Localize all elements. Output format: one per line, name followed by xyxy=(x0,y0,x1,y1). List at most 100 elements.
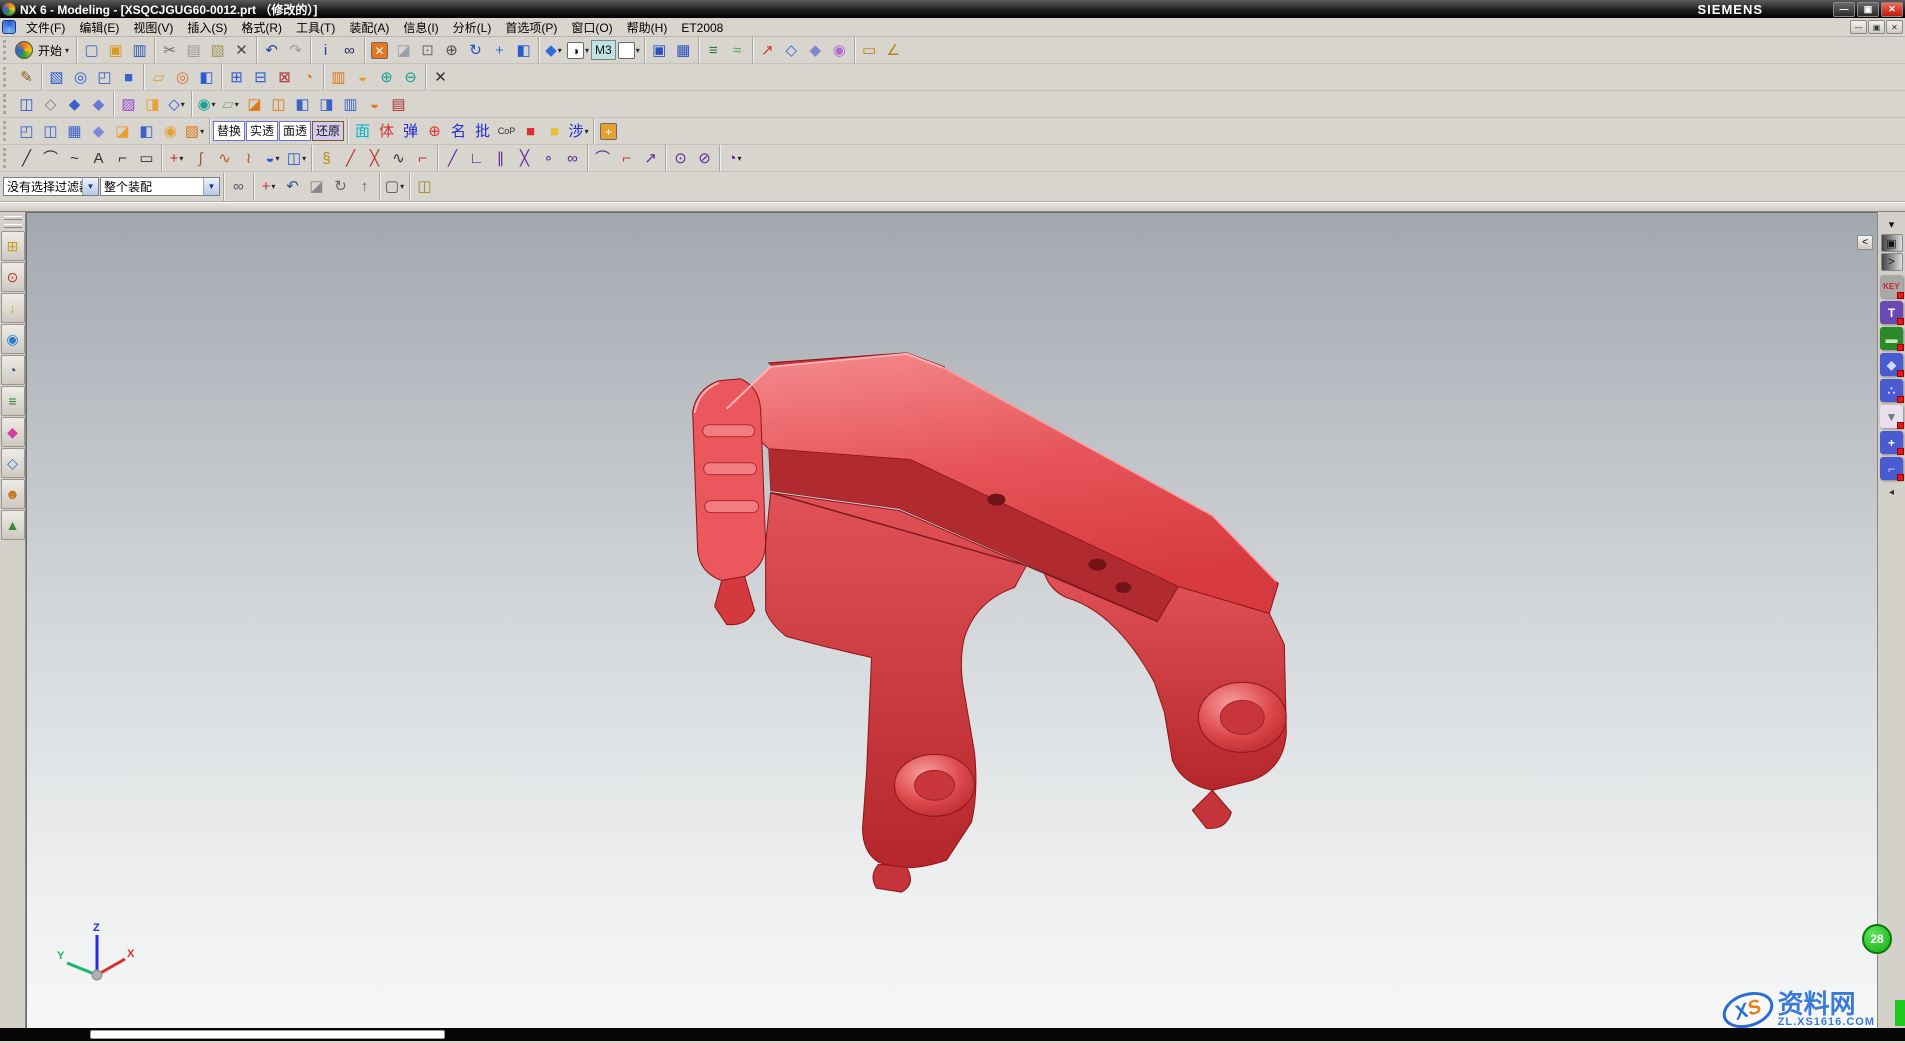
effects-wand-tab[interactable]: ◇ xyxy=(1,448,25,478)
menu-item-0[interactable]: 文件(F) xyxy=(19,20,72,36)
palette-collapse-icon[interactable]: ◂ xyxy=(1889,487,1894,498)
menu-item-3[interactable]: 插入(S) xyxy=(180,20,234,36)
render-style-icon[interactable]: ◑▾ xyxy=(566,38,590,62)
measure-angle-icon[interactable]: ∠ xyxy=(882,38,905,62)
sketch-line-icon[interactable]: ╱ xyxy=(441,146,464,170)
view-layout-icon[interactable]: ◫ xyxy=(15,92,38,116)
paint-select-icon[interactable]: ◪ xyxy=(305,175,328,199)
menu-item-1[interactable]: 编辑(E) xyxy=(72,20,126,36)
datum-axis-icon[interactable]: ↗ xyxy=(756,38,779,62)
save-icon[interactable]: ▥ xyxy=(128,38,151,62)
constraint-navigator-tab[interactable]: ⊙ xyxy=(1,262,25,292)
hole-icon[interactable]: ⊕ xyxy=(375,65,398,89)
restore-display-button[interactable]: 还原 xyxy=(312,121,344,141)
window-cascade-icon[interactable]: ▣ xyxy=(648,38,671,62)
unite-icon[interactable]: ⊞ xyxy=(225,65,248,89)
template-elbow[interactable]: ⌐ xyxy=(1880,457,1903,480)
graphics-window[interactable]: < xyxy=(26,212,1877,1028)
measure-distance-icon[interactable]: ▭ xyxy=(858,38,881,62)
m3-button[interactable]: M3 xyxy=(591,40,616,60)
solid-translucent-button[interactable]: 实透 xyxy=(246,121,278,141)
join-curve-icon[interactable]: ≀ xyxy=(237,146,260,170)
visual-wand-tab[interactable]: ◆ xyxy=(1,417,25,447)
palette-scroll-right-button[interactable]: > xyxy=(1881,253,1903,271)
gold-cube-icon[interactable]: ■ xyxy=(543,119,566,143)
command-box[interactable] xyxy=(90,1030,445,1039)
edge-blend-icon[interactable]: ◔ xyxy=(297,65,320,89)
open-file-icon[interactable]: ▣ xyxy=(104,38,127,62)
assembly-navigator-tab[interactable]: ⊞ xyxy=(1,231,25,261)
copy-display-icon[interactable]: CoP xyxy=(495,119,518,143)
curve-mesh-icon[interactable]: ▦ xyxy=(63,119,86,143)
selection-filter-combo[interactable]: 没有选择过滤器▼ xyxy=(3,177,99,196)
web-browser-tab[interactable]: ◉ xyxy=(1,324,25,354)
move-face-icon[interactable]: + xyxy=(597,119,620,143)
shaded-view-icon[interactable]: ◆ xyxy=(63,92,86,116)
nx-logo-icon[interactable] xyxy=(15,41,33,59)
template-curve-icon[interactable]: ⌐ xyxy=(411,146,434,170)
view-orient-icon[interactable]: ◆▾ xyxy=(542,38,565,62)
resource-bar-grip[interactable] xyxy=(4,216,22,220)
layer-visible-icon[interactable]: ≈ xyxy=(726,38,749,62)
template-bolt[interactable]: T xyxy=(1880,301,1903,324)
tangent-circle-icon[interactable]: ∘ xyxy=(537,146,560,170)
menu-item-5[interactable]: 工具(T) xyxy=(289,20,342,36)
wire-cube-icon[interactable]: ◫ xyxy=(413,175,436,199)
new-file-icon[interactable]: ▢ xyxy=(80,38,103,62)
roles-tab[interactable]: ☻ xyxy=(1,479,25,509)
datum-csys-icon[interactable]: ◧ xyxy=(195,65,218,89)
menu-item-9[interactable]: 首选项(P) xyxy=(498,20,564,36)
wcs-display-icon[interactable]: ⊕ xyxy=(423,119,446,143)
point-dialog-icon[interactable]: ◇ xyxy=(780,38,803,62)
revolve-icon[interactable]: ◎ xyxy=(69,65,92,89)
template-punch[interactable]: ▼ xyxy=(1880,405,1903,428)
parallel-icon[interactable]: ∥ xyxy=(489,146,512,170)
raise-select-icon[interactable]: ↑ xyxy=(353,175,376,199)
edit-curve-icon[interactable]: § xyxy=(315,146,338,170)
draft-icon[interactable]: ◒ xyxy=(351,65,374,89)
doc-minimize-button[interactable]: — xyxy=(1850,20,1867,34)
orient-view-icon[interactable]: ◇▾ xyxy=(165,92,188,116)
replace-view-button[interactable]: 替换 xyxy=(213,121,245,141)
lasso-icon[interactable]: ▢▾ xyxy=(383,175,406,199)
scenery-tab[interactable]: ▲ xyxy=(1,510,25,540)
find-binoculars-icon[interactable]: ∞ xyxy=(338,38,361,62)
remove-face-icon[interactable]: ⊖ xyxy=(399,65,422,89)
shell-icon[interactable]: ▥ xyxy=(327,65,350,89)
background-color-icon[interactable]: ▾ xyxy=(617,38,641,62)
part-model[interactable] xyxy=(27,213,1877,1028)
win-close-button[interactable]: ✕ xyxy=(1881,2,1903,17)
spring-tool-button[interactable]: 弹 xyxy=(399,119,422,143)
pan-view-icon[interactable]: + xyxy=(488,38,511,62)
template-key[interactable]: KEY xyxy=(1880,275,1903,298)
ruled-surface-icon[interactable]: ◰ xyxy=(15,119,38,143)
block-icon[interactable]: ■ xyxy=(117,65,140,89)
paste-icon[interactable]: ▧ xyxy=(206,38,229,62)
intersect-icon[interactable]: ⊠ xyxy=(273,65,296,89)
info-cursor-icon[interactable]: i xyxy=(314,38,337,62)
flange-icon[interactable]: ◧ xyxy=(291,92,314,116)
start-button[interactable]: 开始▾ xyxy=(34,39,73,61)
sheet-metal-bracket[interactable] xyxy=(693,353,1287,892)
snap-point-icon[interactable]: +▾ xyxy=(257,175,280,199)
palette-fullscreen-icon[interactable]: ▣ xyxy=(1881,234,1903,252)
delete-body-icon[interactable]: ✕ xyxy=(429,65,452,89)
batch-tool-button[interactable]: 批 xyxy=(471,119,494,143)
section-surface-icon[interactable]: ◧ xyxy=(135,119,158,143)
contour-flange-icon[interactable]: ◨ xyxy=(315,92,338,116)
text-curve-icon[interactable]: A xyxy=(87,146,110,170)
trim-curve-icon[interactable]: ╱ xyxy=(339,146,362,170)
unbend-icon[interactable]: ◫ xyxy=(267,92,290,116)
menu-item-2[interactable]: 视图(V) xyxy=(126,20,180,36)
wcs-triad[interactable]: Z X Y xyxy=(55,919,139,1003)
fillet-curve-icon[interactable]: ⌒ xyxy=(591,146,614,170)
win-restore-button[interactable]: ▣ xyxy=(1857,2,1879,17)
swept-body-icon[interactable]: ◰ xyxy=(93,65,116,89)
template-cross[interactable]: + xyxy=(1880,431,1903,454)
face-display-button[interactable]: 面 xyxy=(351,119,374,143)
vector-dialog-icon[interactable]: ◆ xyxy=(804,38,827,62)
history-tab[interactable]: ◔ xyxy=(1,355,25,385)
menu-item-11[interactable]: 帮助(H) xyxy=(620,20,675,36)
face-translucent-button[interactable]: 面透 xyxy=(279,121,311,141)
arc-icon[interactable]: ⌒ xyxy=(39,146,62,170)
